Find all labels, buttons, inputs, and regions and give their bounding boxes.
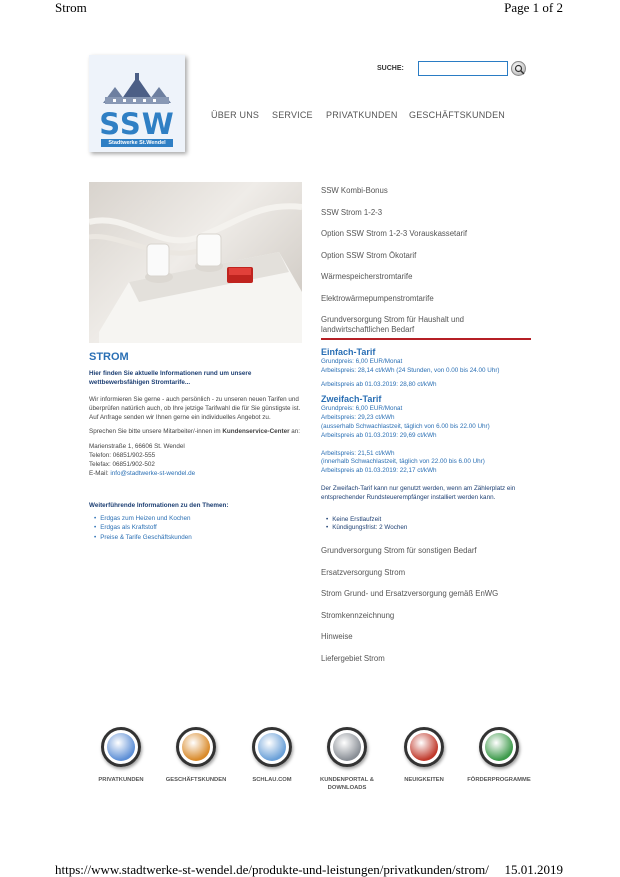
search-input[interactable] (418, 61, 508, 76)
quicklink-foerderprogramme[interactable]: FÖRDERPROGRAMME (459, 727, 539, 784)
nav-ueber-uns[interactable]: ÜBER UNS (211, 110, 259, 120)
ssw-logo[interactable]: SSW Stadtwerke St.Wendel (89, 55, 185, 152)
accordion-item[interactable]: Ersatzversorgung Strom (321, 568, 531, 578)
accordion-item[interactable]: Elektrowärmepumpenstromtarife (321, 294, 531, 304)
list-item: Erdgas zum Heizen und Kochen (94, 514, 305, 523)
quicklink-schlau[interactable]: SCHLAU.COM (232, 727, 312, 784)
quicklink-neuigkeiten[interactable]: NEUIGKEITEN (384, 727, 464, 784)
accordion-item[interactable]: Stromkennzeichnung (321, 611, 531, 621)
contact-paragraph: Sprechen Sie bitte unsere Mitarbeiter/-i… (89, 428, 301, 435)
list-item: Erdgas als Kraftstoff (94, 523, 305, 532)
accordion-item[interactable]: Wärmespeicherstromtarife (321, 272, 531, 282)
page-title: STROM (89, 351, 129, 363)
link-preise-geschaeftskunden[interactable]: Preise & Tarife Geschäftskunden (100, 534, 192, 541)
tariff-bullets: Keine Erstlaufzeit Kündigungsfrist: 2 Wo… (321, 516, 531, 534)
logo-subtitle: Stadtwerke St.Wendel (101, 139, 173, 147)
tariff-accordion: SSW Kombi-Bonus SSW Strom 1-2-3 Option S… (321, 186, 531, 663)
accordion-item[interactable]: Grundversorgung Strom für sonstigen Beda… (321, 546, 531, 556)
search-label: SUCHE: (377, 65, 404, 72)
nav-geschaeftskunden[interactable]: GESCHÄFTSKUNDEN (409, 110, 505, 120)
tariff-note: Der Zweifach-Tarif kann nur genutzt werd… (321, 484, 516, 501)
tariff-einfach-title: Einfach-Tarif (321, 347, 376, 357)
quicklink-privatkunden[interactable]: PRIVATKUNDEN (81, 727, 161, 784)
link-erdgas-kraftstoff[interactable]: Erdgas als Kraftstoff (100, 524, 157, 531)
print-page-number: Page 1 of 2 (504, 0, 563, 15)
more-info-links: Erdgas zum Heizen und Kochen Erdgas als … (89, 514, 305, 542)
logo-text: SSW (99, 107, 175, 141)
print-url: https://www.stadtwerke-st-wendel.de/prod… (55, 862, 489, 877)
accordion-item[interactable]: Strom Grund- und Ersatzversorgung gemäß … (321, 589, 531, 599)
neuigkeiten-icon (404, 727, 444, 767)
quicklink-geschaeftskunden[interactable]: GESCHÄFTSKUNDEN (156, 727, 236, 784)
nav-privatkunden[interactable]: PRIVATKUNDEN (326, 110, 398, 120)
schlau-icon (252, 727, 292, 767)
search-icon (514, 64, 525, 75)
privatkunden-icon (101, 727, 141, 767)
contact-fax: Telefax: 06851/902-502 (89, 461, 155, 468)
strom-info: STROM Hier finden Sie aktuelle Informati… (89, 351, 305, 542)
contact-phone: Telefon: 06851/902-555 (89, 452, 156, 459)
link-erdgas-heizen[interactable]: Erdgas zum Heizen und Kochen (100, 515, 190, 522)
more-info-title: Weiterführende Informationen zu den Them… (89, 502, 229, 509)
accordion-item[interactable]: Option SSW Strom 1-2-3 Vorauskassetarif (321, 229, 531, 239)
info-paragraph: Wir informieren Sie gerne - auch persönl… (89, 396, 301, 421)
accordion-item[interactable]: SSW Kombi-Bonus (321, 186, 531, 196)
search-button[interactable] (511, 61, 526, 76)
print-date: 15.01.2019 (504, 862, 564, 877)
service-center-name: Kundenservice-Center (222, 428, 290, 435)
email-link[interactable]: info@stadtwerke-st-wendel.de (110, 470, 195, 477)
contact-address: Marienstraße 1, 66606 St. Wendel (89, 443, 185, 450)
tariff-detail: Einfach-Tarif Grundpreis: 6,00 EUR/Monat… (321, 346, 531, 533)
accordion-item[interactable]: SSW Strom 1-2-3 (321, 208, 531, 218)
tariff-zweifach-title: Zweifach-Tarif (321, 394, 382, 405)
accordion-item[interactable]: Option SSW Strom Ökotarif (321, 251, 531, 261)
list-item: Keine Erstlaufzeit (326, 516, 531, 525)
power-strip-image (89, 182, 302, 343)
quicklink-kundenportal[interactable]: KUNDENPORTAL & DOWNLOADS (307, 727, 387, 792)
print-header: Strom Page 1 of 2 (0, 0, 620, 16)
church-skyline-icon (103, 73, 171, 104)
nav-service[interactable]: SERVICE (272, 110, 313, 120)
accordion-item[interactable]: Liefergebiet Strom (321, 654, 531, 664)
quick-links: PRIVATKUNDEN GESCHÄFTSKUNDEN SCHLAU.COM … (89, 727, 541, 797)
print-title: Strom (55, 0, 87, 15)
accordion-item[interactable]: Hinweise (321, 632, 531, 642)
accordion-item-open[interactable]: Grundversorgung Strom für Haushalt und l… (321, 315, 531, 340)
intro-text: Hier finden Sie aktuelle Informationen r… (89, 370, 252, 386)
contact-email: E-Mail: info@stadtwerke-st-wendel.de (89, 470, 196, 477)
kundenportal-icon (327, 727, 367, 767)
foerderprogramme-icon (479, 727, 519, 767)
geschaeftskunden-icon (176, 727, 216, 767)
list-item: Preise & Tarife Geschäftskunden (94, 533, 305, 542)
list-item: Kündigungsfrist: 2 Wochen (326, 524, 531, 533)
